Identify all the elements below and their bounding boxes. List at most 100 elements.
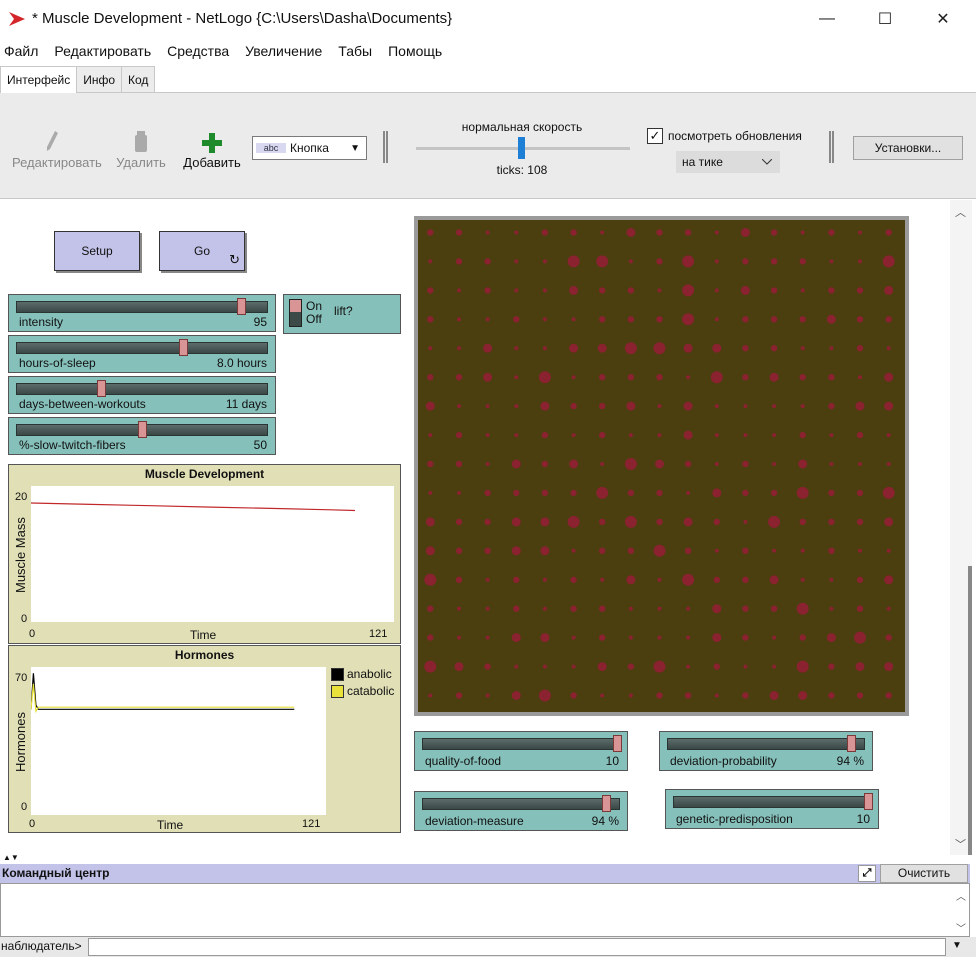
- setup-button[interactable]: Setup: [54, 231, 140, 271]
- add-button[interactable]: Добавить: [172, 125, 252, 170]
- plot-xmin: 0: [29, 628, 36, 640]
- muscle-fiber: [657, 635, 662, 640]
- plot-canvas: [30, 667, 326, 815]
- muscle-fiber: [742, 692, 749, 699]
- switch-track[interactable]: [289, 299, 302, 327]
- slider-intensity[interactable]: intensity 95: [8, 294, 276, 332]
- slider-name: intensity: [19, 315, 64, 329]
- slider-deviation-probability[interactable]: deviation-probability 94 %: [659, 731, 873, 771]
- muscle-fiber: [428, 693, 433, 698]
- command-input[interactable]: [88, 938, 946, 956]
- tab-info[interactable]: Инфо: [76, 66, 123, 93]
- speed-label: нормальная скорость: [461, 120, 583, 134]
- switch-knob[interactable]: [290, 300, 301, 312]
- muscle-fiber: [858, 375, 862, 380]
- menu-tabs[interactable]: Табы: [338, 43, 372, 59]
- muscle-fiber: [684, 229, 692, 236]
- muscle-fiber: [427, 634, 434, 641]
- slider-hours-of-sleep[interactable]: hours-of-sleep 8.0 hours: [8, 335, 276, 373]
- tab-code[interactable]: Код: [121, 66, 156, 93]
- plot-ymax: 70: [15, 672, 28, 684]
- slider-quality-of-food[interactable]: quality-of-food 10: [414, 731, 628, 771]
- muscle-fiber: [484, 489, 491, 497]
- menu-file[interactable]: Файл: [4, 43, 38, 59]
- slider-thumb[interactable]: [138, 421, 147, 438]
- scroll-up-icon[interactable]: ︿: [956, 888, 966, 903]
- muscle-fiber: [485, 462, 490, 466]
- slider-thumb[interactable]: [602, 795, 611, 812]
- muscle-fiber: [799, 431, 806, 439]
- muscle-fiber: [514, 259, 519, 264]
- muscle-fiber: [628, 433, 633, 438]
- muscle-fiber: [885, 316, 892, 323]
- world-view[interactable]: [414, 216, 909, 716]
- muscle-fiber: [742, 345, 749, 352]
- slider-slow-twitch-fibers[interactable]: %-slow-twitch-fibers 50: [8, 417, 276, 455]
- muscle-fiber: [799, 634, 806, 641]
- muscle-fiber: [597, 343, 607, 353]
- muscle-fiber: [800, 288, 805, 293]
- muscle-fiber: [829, 577, 834, 582]
- slider-deviation-measure[interactable]: deviation-measure 94 %: [414, 791, 628, 831]
- observer-prompt[interactable]: наблюдатель>: [1, 939, 82, 953]
- slider-thumb[interactable]: [613, 735, 622, 752]
- view-updates-checkbox[interactable]: ✓: [647, 128, 663, 144]
- muscle-fiber: [683, 517, 693, 527]
- slider-genetic-predisposition[interactable]: genetic-predisposition 10: [665, 789, 879, 829]
- menu-help[interactable]: Помощь: [388, 43, 442, 59]
- slider-days-between-workouts[interactable]: days-between-workouts 11 days: [8, 376, 276, 414]
- settings-button[interactable]: Установки...: [853, 136, 963, 160]
- slider-thumb[interactable]: [179, 339, 188, 356]
- scroll-down-icon[interactable]: ﹀: [956, 920, 966, 935]
- switch-lift[interactable]: On Off lift?: [283, 294, 401, 334]
- muscle-fiber: [858, 548, 862, 553]
- maximize-button[interactable]: ☐: [860, 0, 910, 38]
- muscle-fiber: [772, 433, 777, 438]
- muscle-fiber: [799, 518, 806, 526]
- muscle-fiber: [712, 633, 722, 643]
- muscle-fiber: [427, 229, 434, 236]
- expand-arrows-icon[interactable]: ▲▼: [3, 853, 19, 862]
- muscle-fiber: [884, 372, 894, 382]
- interface-scrollbar[interactable]: ︿ ﹀: [950, 200, 972, 855]
- muscle-fiber: [770, 287, 778, 294]
- maximize-icon[interactable]: ⤢: [858, 865, 876, 882]
- menu-edit[interactable]: Редактировать: [54, 43, 151, 59]
- muscle-fiber: [541, 229, 549, 236]
- slider-thumb[interactable]: [864, 793, 873, 810]
- edit-button[interactable]: Редактировать: [12, 125, 102, 170]
- clear-button[interactable]: Очистить: [880, 864, 968, 883]
- menu-tools[interactable]: Средства: [167, 43, 229, 59]
- muscle-fiber: [514, 288, 519, 293]
- history-dropdown-icon[interactable]: ▼: [952, 940, 962, 951]
- muscle-fiber: [541, 489, 549, 497]
- muscle-fiber: [769, 372, 779, 382]
- update-mode-select[interactable]: на тике: [676, 151, 780, 173]
- scrollbar-thumb[interactable]: [968, 566, 972, 855]
- muscle-fiber: [772, 462, 777, 466]
- minimize-button[interactable]: —: [802, 0, 852, 38]
- muscle-fiber: [599, 605, 606, 612]
- close-button[interactable]: ✕: [918, 0, 968, 38]
- muscle-fiber: [653, 660, 666, 673]
- delete-button[interactable]: Удалить: [101, 125, 181, 170]
- slider-thumb[interactable]: [847, 735, 856, 752]
- muscle-fiber: [428, 346, 433, 351]
- menu-zoom[interactable]: Увеличение: [245, 43, 322, 59]
- tab-interface[interactable]: Интерфейс: [0, 66, 78, 93]
- muscle-fiber: [772, 664, 777, 669]
- muscle-fiber: [682, 284, 695, 297]
- widget-type-select[interactable]: abc Кнопка ▼: [252, 136, 367, 160]
- muscle-fiber: [570, 402, 577, 410]
- muscle-fiber: [514, 346, 519, 351]
- slider-name: deviation-probability: [670, 754, 777, 768]
- scroll-down-icon[interactable]: ﹀: [955, 836, 966, 852]
- go-button[interactable]: Go ↻: [159, 231, 245, 271]
- scroll-up-icon[interactable]: ︿: [955, 204, 966, 220]
- slider-thumb[interactable]: [97, 380, 106, 397]
- slider-thumb[interactable]: [237, 298, 246, 315]
- slider-name: deviation-measure: [425, 814, 524, 828]
- command-output[interactable]: ︿ ﹀: [0, 883, 970, 937]
- muscle-fiber: [455, 692, 463, 699]
- speed-slider-thumb[interactable]: [518, 137, 525, 159]
